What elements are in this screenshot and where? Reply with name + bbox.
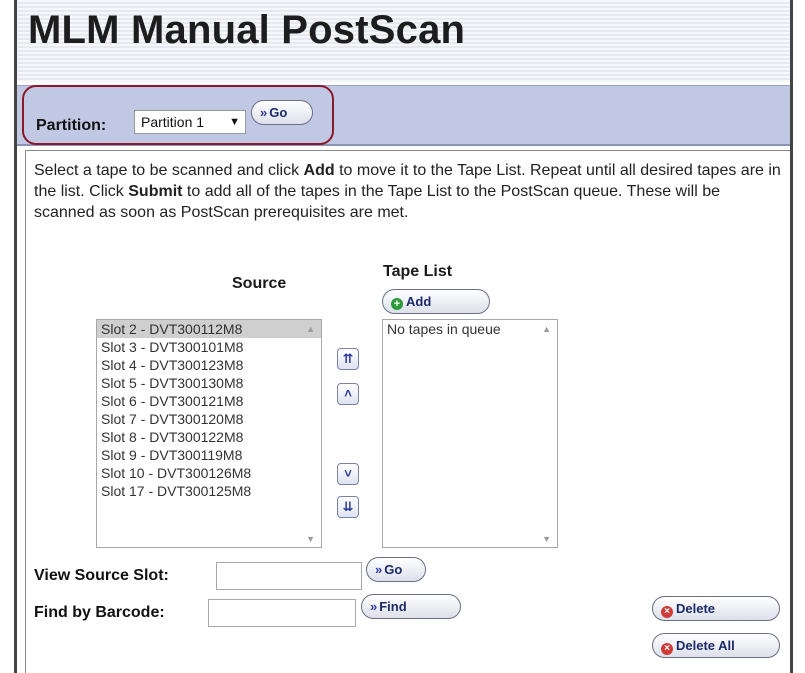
tape-list[interactable]: No tapes in queue ▲ ▼: [382, 319, 558, 548]
move-down-button[interactable]: ˅: [337, 463, 359, 485]
scroll-up-icon[interactable]: ▲: [306, 324, 315, 334]
list-item[interactable]: Slot 2 - DVT300112M8: [97, 320, 321, 338]
list-item[interactable]: Slot 10 - DVT300126M8: [97, 464, 321, 482]
delete-button[interactable]: × Delete: [652, 596, 780, 621]
partition-select[interactable]: Partition 1 ▼: [134, 110, 246, 134]
list-item[interactable]: Slot 8 - DVT300122M8: [97, 428, 321, 446]
find-barcode-input[interactable]: [208, 599, 356, 627]
partition-go-button[interactable]: » Go: [251, 100, 313, 125]
move-top-button[interactable]: ⇈: [337, 348, 359, 370]
tape-list-title: Tape List: [383, 263, 453, 280]
list-item[interactable]: Slot 4 - DVT300123M8: [97, 356, 321, 374]
partition-label: Partition:: [36, 117, 107, 134]
chevron-up-icon: ˄: [344, 386, 352, 401]
add-keyword: Add: [303, 162, 335, 179]
list-item[interactable]: Slot 9 - DVT300119M8: [97, 446, 321, 464]
view-slot-go-button[interactable]: » Go: [366, 557, 426, 582]
scroll-down-icon[interactable]: ▼: [542, 534, 551, 544]
page-title: MLM Manual PostScan: [28, 8, 466, 52]
move-up-button[interactable]: ˄: [337, 383, 359, 405]
view-source-slot-input[interactable]: [216, 562, 362, 590]
add-button[interactable]: + Add: [382, 289, 490, 314]
scroll-up-icon[interactable]: ▲: [542, 324, 551, 334]
move-bottom-button[interactable]: ⇊: [337, 496, 359, 518]
list-item[interactable]: Slot 3 - DVT300101M8: [97, 338, 321, 356]
find-button[interactable]: » Find: [361, 594, 461, 619]
double-chevron-right-icon: »: [260, 105, 268, 120]
list-item[interactable]: Slot 6 - DVT300121M8: [97, 392, 321, 410]
scroll-down-icon[interactable]: ▼: [306, 534, 315, 544]
source-title: Source: [232, 275, 287, 292]
source-list[interactable]: Slot 2 - DVT300112M8 Slot 3 - DVT300101M…: [96, 319, 322, 548]
plus-icon: +: [391, 298, 403, 310]
delete-all-button[interactable]: × Delete All: [652, 633, 780, 658]
view-source-slot-label: View Source Slot:: [34, 567, 169, 584]
list-item[interactable]: Slot 7 - DVT300120M8: [97, 410, 321, 428]
double-chevron-down-icon: ⇊: [342, 499, 354, 514]
find-barcode-label: Find by Barcode:: [34, 604, 165, 621]
delete-icon: ×: [661, 643, 673, 655]
submit-keyword: Submit: [128, 183, 183, 200]
double-chevron-right-icon: »: [370, 599, 378, 614]
dropdown-arrow-icon: ▼: [229, 116, 240, 128]
list-item[interactable]: Slot 17 - DVT300125M8: [97, 482, 321, 500]
chevron-down-icon: ˅: [344, 466, 352, 481]
partition-select-value: Partition 1: [141, 114, 205, 130]
frame-right-border: [790, 0, 793, 673]
double-chevron-right-icon: »: [375, 562, 383, 577]
list-item[interactable]: Slot 5 - DVT300130M8: [97, 374, 321, 392]
tape-list-empty-text: No tapes in queue: [387, 321, 501, 337]
delete-icon: ×: [661, 606, 673, 618]
instructions-text: Select a tape to be scanned and click Ad…: [34, 162, 781, 221]
double-chevron-up-icon: ⇈: [342, 351, 354, 366]
